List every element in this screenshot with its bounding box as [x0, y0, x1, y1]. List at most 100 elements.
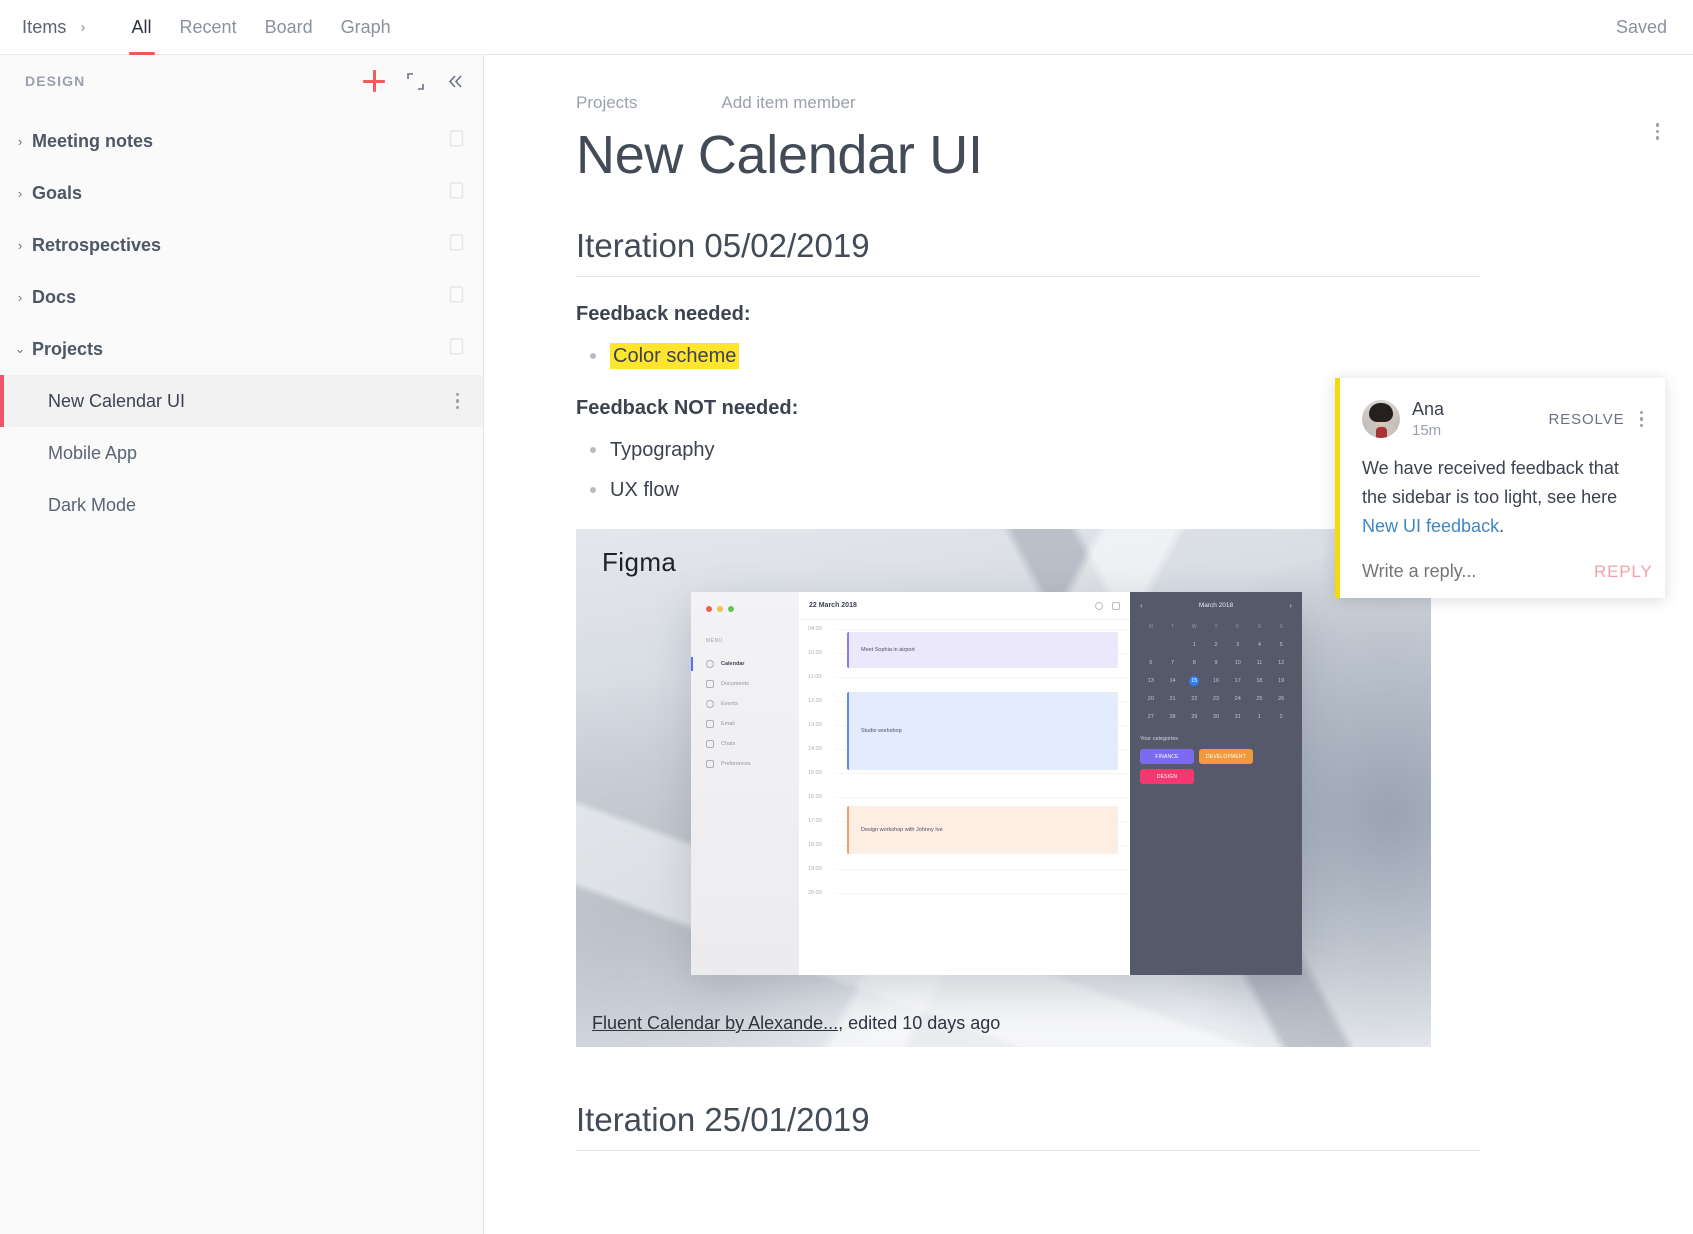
sidebar-group-meeting-notes[interactable]: › Meeting notes [0, 115, 483, 167]
day-cell[interactable]: 12 [1270, 658, 1292, 668]
day-cell[interactable]: 19 [1270, 676, 1292, 686]
category-chip-design[interactable]: DESIGN [1140, 769, 1194, 785]
mockup-menu-chats[interactable]: Chats [703, 734, 799, 754]
add-item-member-button[interactable]: Add item member [721, 93, 855, 113]
day-cell[interactable]: 11 [1249, 658, 1271, 668]
breadcrumb-items[interactable]: Items [22, 17, 67, 38]
day-cell[interactable]: 31 [1227, 712, 1249, 722]
document-icon [448, 181, 465, 205]
embed-caption-meta: , edited 10 days ago [838, 1012, 1001, 1033]
chevron-down-icon: ⌄ [14, 341, 26, 356]
page-overflow-menu-icon[interactable] [1655, 123, 1659, 140]
tab-board[interactable]: Board [251, 0, 327, 55]
item-overflow-menu-icon[interactable] [455, 392, 459, 410]
day-cell[interactable]: 7 [1162, 658, 1184, 668]
hour-label: 20:00 [808, 890, 822, 897]
mockup-menu-calendar[interactable]: Calendar [691, 654, 799, 674]
day-cell[interactable]: 2 [1270, 712, 1292, 722]
time-slot: 15:00 [799, 770, 1130, 794]
day-cell[interactable]: 10 [1227, 658, 1249, 668]
day-cell[interactable]: 29 [1183, 712, 1205, 722]
tab-graph[interactable]: Graph [327, 0, 405, 55]
day-cell[interactable]: 4 [1249, 640, 1271, 650]
day-cell[interactable] [1162, 640, 1184, 650]
figma-embed[interactable]: Figma MENU Calendar Documents Events Ema… [576, 529, 1431, 1048]
comment-header: Ana 15m RESOLVE [1362, 398, 1643, 440]
day-cell[interactable]: 14 [1162, 676, 1184, 686]
breadcrumb-projects[interactable]: Projects [576, 93, 637, 113]
day-cell[interactable]: 5 [1270, 640, 1292, 650]
comment-link[interactable]: New UI feedback [1362, 516, 1499, 536]
day-cell[interactable]: 18 [1249, 676, 1271, 686]
day-cell[interactable]: 13 [1140, 676, 1162, 686]
mockup-menu-email[interactable]: Email [703, 714, 799, 734]
category-chip-development[interactable]: DEVELOPMENT [1199, 749, 1253, 765]
reply-input[interactable] [1362, 561, 1594, 583]
day-cell[interactable]: 8 [1183, 658, 1205, 668]
sidebar-item-mobile-app[interactable]: Mobile App [0, 427, 483, 479]
day-cell[interactable]: 27 [1140, 712, 1162, 722]
sidebar-group-retrospectives[interactable]: › Retrospectives [0, 219, 483, 271]
comment-overflow-menu-icon[interactable] [1639, 410, 1643, 428]
gear-icon [706, 760, 714, 769]
day-cell[interactable]: 28 [1162, 712, 1184, 722]
document-icon [448, 337, 465, 361]
embed-caption: Fluent Calendar by Alexande..., edited 1… [576, 999, 1431, 1047]
day-cell[interactable]: 23 [1205, 694, 1227, 704]
day-cell[interactable]: 1 [1183, 640, 1205, 650]
mockup-menu-events[interactable]: Events [703, 694, 799, 714]
tab-all[interactable]: All [118, 0, 166, 55]
search-icon[interactable] [1095, 601, 1103, 610]
day-cell[interactable]: 22 [1183, 694, 1205, 704]
dots-vertical-icon [1639, 410, 1643, 428]
day-cell[interactable]: 17 [1227, 676, 1249, 686]
weekday-label: W [1191, 624, 1197, 631]
add-icon[interactable] [363, 70, 385, 92]
mockup-menu-preferences[interactable]: Preferences [703, 754, 799, 774]
day-cell[interactable]: 24 [1227, 694, 1249, 704]
day-cell[interactable]: 9 [1205, 658, 1227, 668]
tab-recent-label: Recent [179, 16, 237, 37]
chevron-left-icon[interactable]: ‹ [1140, 601, 1143, 610]
day-cell[interactable]: 20 [1140, 694, 1162, 704]
day-cell[interactable]: 6 [1140, 658, 1162, 668]
envelope-icon [706, 720, 714, 729]
calendar-event[interactable]: Design workshop with Johnny Ive [847, 806, 1118, 855]
day-cell[interactable]: 16 [1205, 676, 1227, 686]
list-view-icon[interactable] [1112, 601, 1120, 610]
category-chip-finance[interactable]: FINANCE [1140, 749, 1194, 765]
sidebar-group-docs[interactable]: › Docs [0, 271, 483, 323]
top-tabs: All Recent Board Graph [118, 0, 405, 55]
day-cell-today[interactable]: 15 [1189, 676, 1200, 687]
page-title: New Calendar UI [576, 125, 983, 185]
app-root: Items › All Recent Board Graph Saved DES… [0, 0, 1693, 1234]
resolve-button[interactable]: RESOLVE [1548, 411, 1624, 428]
sidebar-group-label: Retrospectives [32, 234, 162, 255]
day-cell[interactable] [1140, 640, 1162, 650]
collapse-sidebar-icon[interactable] [446, 72, 465, 91]
calendar-event[interactable]: Studio workshop [847, 692, 1118, 771]
reply-button[interactable]: REPLY [1594, 562, 1653, 582]
sidebar-item-dark-mode[interactable]: Dark Mode [0, 479, 483, 531]
tab-recent[interactable]: Recent [166, 0, 251, 55]
day-cell[interactable]: 1 [1249, 712, 1271, 722]
day-cell[interactable]: 25 [1249, 694, 1271, 704]
chevron-right-icon[interactable]: › [1289, 601, 1292, 610]
calendar-event[interactable]: Meet Sophia in airport [847, 632, 1118, 669]
day-cell[interactable]: 3 [1227, 640, 1249, 650]
embed-caption-link[interactable]: Fluent Calendar by Alexande... [592, 1013, 838, 1034]
document-icon [448, 129, 465, 153]
mini-calendar-month: March 2018 [1198, 602, 1234, 610]
day-cell[interactable]: 21 [1162, 694, 1184, 704]
day-cell[interactable]: 30 [1205, 712, 1227, 722]
weekday-label: M [1148, 624, 1153, 631]
comment-reply-row: REPLY [1362, 561, 1652, 583]
sidebar-group-goals[interactable]: › Goals [0, 167, 483, 219]
sidebar-group-projects[interactable]: ⌄ Projects [0, 323, 483, 375]
dots-vertical-icon [455, 392, 459, 410]
day-cell[interactable]: 2 [1205, 640, 1227, 650]
expand-icon[interactable] [406, 72, 425, 91]
mockup-menu-documents[interactable]: Documents [703, 674, 799, 694]
sidebar-item-new-calendar-ui[interactable]: New Calendar UI [0, 375, 483, 427]
day-cell[interactable]: 26 [1270, 694, 1292, 704]
